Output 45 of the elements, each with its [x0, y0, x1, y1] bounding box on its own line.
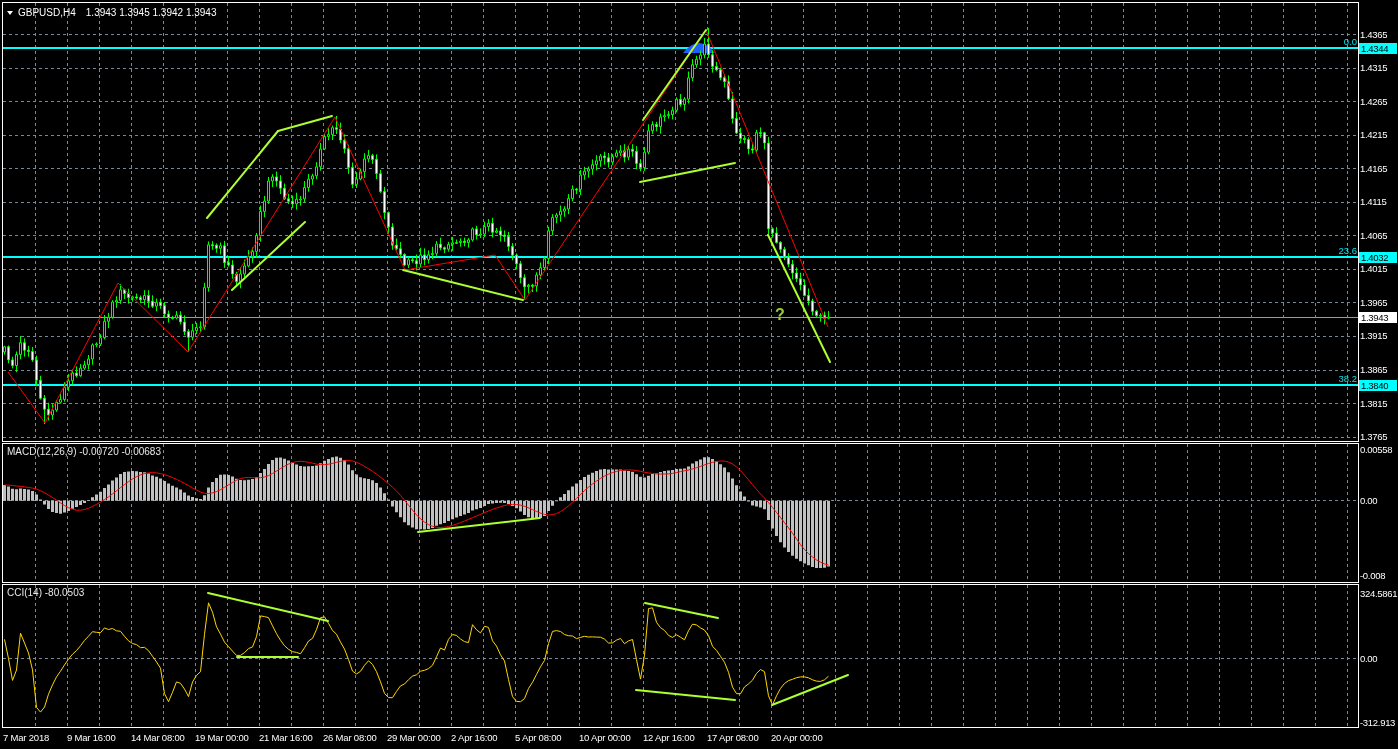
fibonacci-ratio-label: 0.0 — [1343, 36, 1357, 47]
price-axis-label: 1.3915 — [1360, 330, 1388, 342]
time-axis-label: 10 Apr 00:00 — [579, 732, 631, 743]
time-axis-label: 26 Mar 08:00 — [323, 732, 377, 743]
chart-symbol: GBPUSD,H4 — [18, 7, 76, 19]
price-axis-label: 1.4315 — [1360, 62, 1388, 74]
price-axis-label: 1.4215 — [1360, 129, 1388, 141]
trend-line — [236, 656, 299, 658]
time-axis-label: 20 Apr 00:00 — [771, 732, 823, 743]
price-axis-label: 1.4365 — [1360, 28, 1388, 40]
indicator-axis-label: 0.00 — [1360, 494, 1378, 506]
indicator-axis-label: 0.00 — [1360, 652, 1378, 664]
time-axis-label: 9 Mar 16:00 — [67, 732, 116, 743]
time-axis-label: 7 Mar 2018 — [3, 732, 50, 743]
time-axis-label: 17 Apr 08:00 — [707, 732, 759, 743]
time-axis-label: 2 Apr 16:00 — [451, 732, 498, 743]
level-price-tag: 1.4032 — [1359, 251, 1397, 263]
time-axis-label: 12 Apr 16:00 — [643, 732, 695, 743]
price-axis-label: 1.3815 — [1360, 397, 1388, 409]
caret-icon[interactable] — [7, 11, 13, 15]
price-axis-label: 1.4115 — [1360, 196, 1387, 208]
time-axis-label: 14 Mar 08:00 — [131, 732, 185, 743]
time-axis-label: 21 Mar 16:00 — [259, 732, 313, 743]
indicator-title: CCI(14) -80.0503 — [7, 587, 85, 599]
time-axis-label: 29 Mar 00:00 — [387, 732, 441, 743]
fibonacci-ratio-label: 38.2 — [1338, 373, 1357, 384]
level-price-tag: 1.4344 — [1359, 42, 1397, 54]
price-axis-label: 1.3865 — [1360, 364, 1388, 375]
indicator-axis-label: 0.00558 — [1360, 443, 1393, 455]
level-price-tag: 1.3840 — [1359, 379, 1397, 391]
time-axis-label: 19 Mar 00:00 — [195, 732, 249, 743]
price-quote: 1.3943 1.3945 1.3942 1.3943 — [85, 7, 217, 19]
price-axis-label: 1.4265 — [1360, 95, 1388, 107]
indicator-axis-label: -0.008 — [1360, 569, 1386, 581]
price-axis-label: 1.3965 — [1360, 296, 1388, 308]
price-axis-label: 1.4065 — [1360, 229, 1388, 241]
indicator-axis-label: 324.5861 — [1360, 587, 1398, 599]
price-axis-label: 1.4015 — [1360, 263, 1388, 275]
time-axis-label: 5 Apr 08:00 — [515, 732, 562, 743]
indicator-axis-label: -312.913 — [1360, 716, 1396, 728]
current-price-tag: 1.3943 — [1359, 311, 1397, 323]
indicator-title: MACD(12,26,9) -0.00720 -0.00683 — [7, 446, 161, 458]
fibonacci-ratio-label: 23.6 — [1338, 245, 1357, 256]
price-axis-label: 1.4165 — [1360, 162, 1388, 174]
price-axis-label: 1.3765 — [1360, 431, 1388, 443]
